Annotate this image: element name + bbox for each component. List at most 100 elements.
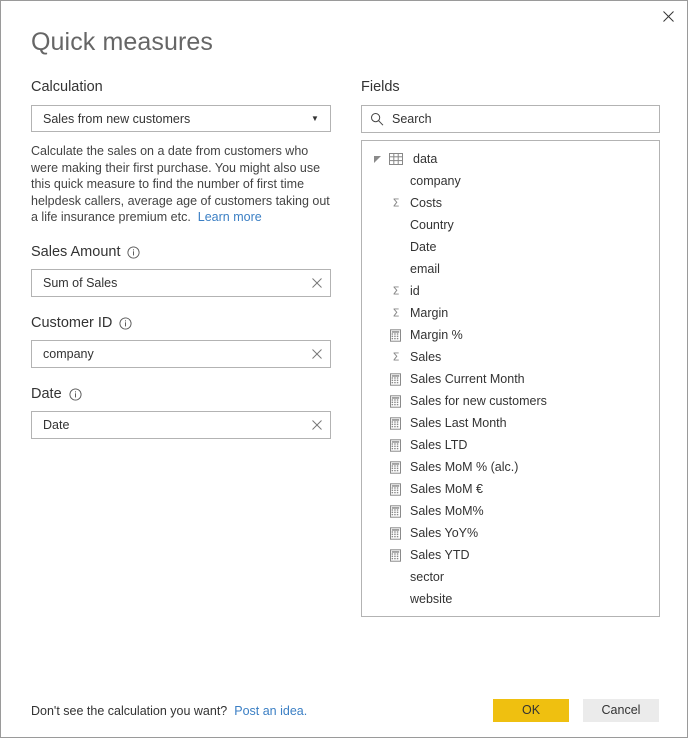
measure-icon	[385, 394, 406, 408]
cancel-button[interactable]: Cancel	[583, 699, 659, 722]
chevron-down-icon: ▼	[311, 113, 319, 123]
sales-amount-field[interactable]: Sum of Sales	[31, 268, 331, 297]
tree-item-field[interactable]: sector	[362, 566, 659, 588]
tree-item-field[interactable]: Sales MoM%	[362, 500, 659, 522]
clear-sales-amount-button[interactable]	[304, 270, 330, 296]
footer-buttons: OK Cancel	[493, 699, 659, 722]
calculation-dropdown[interactable]: Sales from new customers ▼	[31, 105, 331, 132]
learn-more-link[interactable]: Learn more	[198, 210, 262, 224]
tree-item-field[interactable]: Sales for new customers	[362, 390, 659, 412]
info-icon[interactable]	[127, 246, 141, 259]
ok-button[interactable]: OK	[493, 699, 569, 722]
tree-item-label: Sales Current Month	[410, 372, 525, 386]
calculation-description: Calculate the sales on a date from custo…	[31, 143, 331, 226]
tree-item-label: Sales Last Month	[410, 416, 507, 430]
tree-item-field[interactable]: Sales Last Month	[362, 412, 659, 434]
tree-item-field[interactable]: Sales MoM €	[362, 478, 659, 500]
field-label-row: Customer ID	[31, 315, 331, 332]
sigma-icon: Σ	[385, 197, 406, 209]
tree-item-label: email	[410, 262, 440, 276]
tree-item-field[interactable]: Sales YTD	[362, 544, 659, 566]
tree-item-field[interactable]: Σ Margin	[362, 302, 659, 324]
footer-note-text: Don't see the calculation you want?	[31, 703, 228, 718]
sigma-icon: Σ	[385, 307, 406, 319]
tree-item-label: Sales YTD	[410, 548, 470, 562]
tree-item-field[interactable]: Date	[362, 236, 659, 258]
svg-text:Σ: Σ	[392, 351, 399, 363]
close-button[interactable]	[650, 2, 686, 30]
fields-column: Fields Search data company Σ Costs Count…	[361, 79, 660, 617]
measure-icon	[385, 504, 406, 518]
close-icon	[662, 10, 674, 22]
calculation-section-label: Calculation	[31, 79, 103, 95]
tree-item-label: Sales LTD	[410, 438, 468, 452]
date-value: Date	[43, 417, 70, 432]
tree-item-field[interactable]: Country	[362, 214, 659, 236]
tree-item-field[interactable]: Margin %	[362, 324, 659, 346]
measure-icon	[385, 548, 406, 562]
info-icon[interactable]	[69, 388, 82, 401]
tree-item-field[interactable]: company	[362, 170, 659, 192]
tree-item-label: data	[413, 152, 438, 166]
info-icon[interactable]	[119, 317, 132, 330]
tree-item-label: Sales MoM%	[410, 504, 484, 518]
tree-item-field[interactable]: Σ Costs	[362, 192, 659, 214]
measure-icon	[385, 526, 406, 540]
clear-date-button[interactable]	[304, 412, 330, 438]
tree-item-label: company	[410, 174, 461, 188]
tree-item-label: Sales YoY%	[410, 526, 479, 540]
dialog-footer: Don't see the calculation you want? Post…	[1, 684, 687, 737]
field-group-sales-amount: Sales Amount Sum of Sales	[31, 244, 331, 297]
measure-icon	[385, 372, 406, 386]
customer-id-field[interactable]: company	[31, 339, 331, 368]
fields-tree[interactable]: data company Σ Costs Country Date email Σid Σ Ma…	[361, 140, 660, 617]
tree-item-field[interactable]: website	[362, 588, 659, 610]
tree-item-label: Sales MoM % (alc.)	[410, 460, 519, 474]
tree-item-field[interactable]: Sales LTD	[362, 434, 659, 456]
customer-id-value: company	[43, 346, 94, 361]
tree-item-label: website	[410, 592, 453, 606]
table-icon	[385, 153, 407, 165]
search-input[interactable]	[392, 106, 659, 132]
clear-customer-id-button[interactable]	[304, 341, 330, 367]
tree-item-field[interactable]: email	[362, 258, 659, 280]
tree-item-label: sector	[410, 570, 445, 584]
date-field[interactable]: Date	[31, 410, 331, 439]
field-group-date: Date Date	[31, 386, 331, 439]
svg-text:Σ: Σ	[392, 197, 399, 209]
tree-item-field[interactable]: Sales MoM % (alc.)	[362, 456, 659, 478]
tree-item-label: Sales for new customers	[410, 394, 547, 408]
expanded-triangle-icon[interactable]	[370, 155, 385, 163]
svg-text:Σ: Σ	[392, 307, 399, 319]
field-label-row: Date	[31, 386, 331, 403]
fields-search-box[interactable]	[361, 105, 660, 133]
tree-item-field[interactable]: Sales YoY%	[362, 522, 659, 544]
field-label-row: Sales Amount	[31, 244, 331, 261]
page-title: Quick measures	[31, 28, 214, 56]
tree-item-label: Country	[410, 218, 454, 232]
measure-icon	[385, 438, 406, 452]
svg-text:Σ: Σ	[392, 285, 399, 297]
post-an-idea-link[interactable]: Post an idea.	[234, 704, 307, 718]
sigma-icon: Σ	[385, 351, 406, 363]
tree-item-field[interactable]: Σid	[362, 280, 659, 302]
calculation-dropdown-value: Sales from new customers	[43, 111, 191, 126]
tree-item-label: Margin	[410, 306, 449, 320]
tree-item-field[interactable]: Σ Sales	[362, 346, 659, 368]
measure-icon	[385, 328, 406, 342]
tree-item-label: id	[410, 284, 420, 298]
field-label: Date	[31, 385, 62, 402]
tree-item-label: Costs	[410, 196, 442, 210]
tree-item-label: Date	[410, 240, 437, 254]
sigma-icon: Σ	[385, 285, 406, 297]
fields-section-label: Fields	[361, 79, 400, 95]
quick-measures-dialog: Quick measures Calculation Sales from ne…	[0, 0, 688, 738]
field-group-customer-id: Customer ID company	[31, 315, 331, 368]
tree-item-field[interactable]: Sales Current Month	[362, 368, 659, 390]
sales-amount-value: Sum of Sales	[43, 275, 118, 290]
tree-item-data-table[interactable]: data	[362, 148, 659, 170]
measure-icon	[385, 416, 406, 430]
search-icon	[362, 112, 392, 126]
tree-item-label: Sales	[410, 350, 442, 364]
tree-item-label: Sales MoM €	[410, 482, 483, 496]
